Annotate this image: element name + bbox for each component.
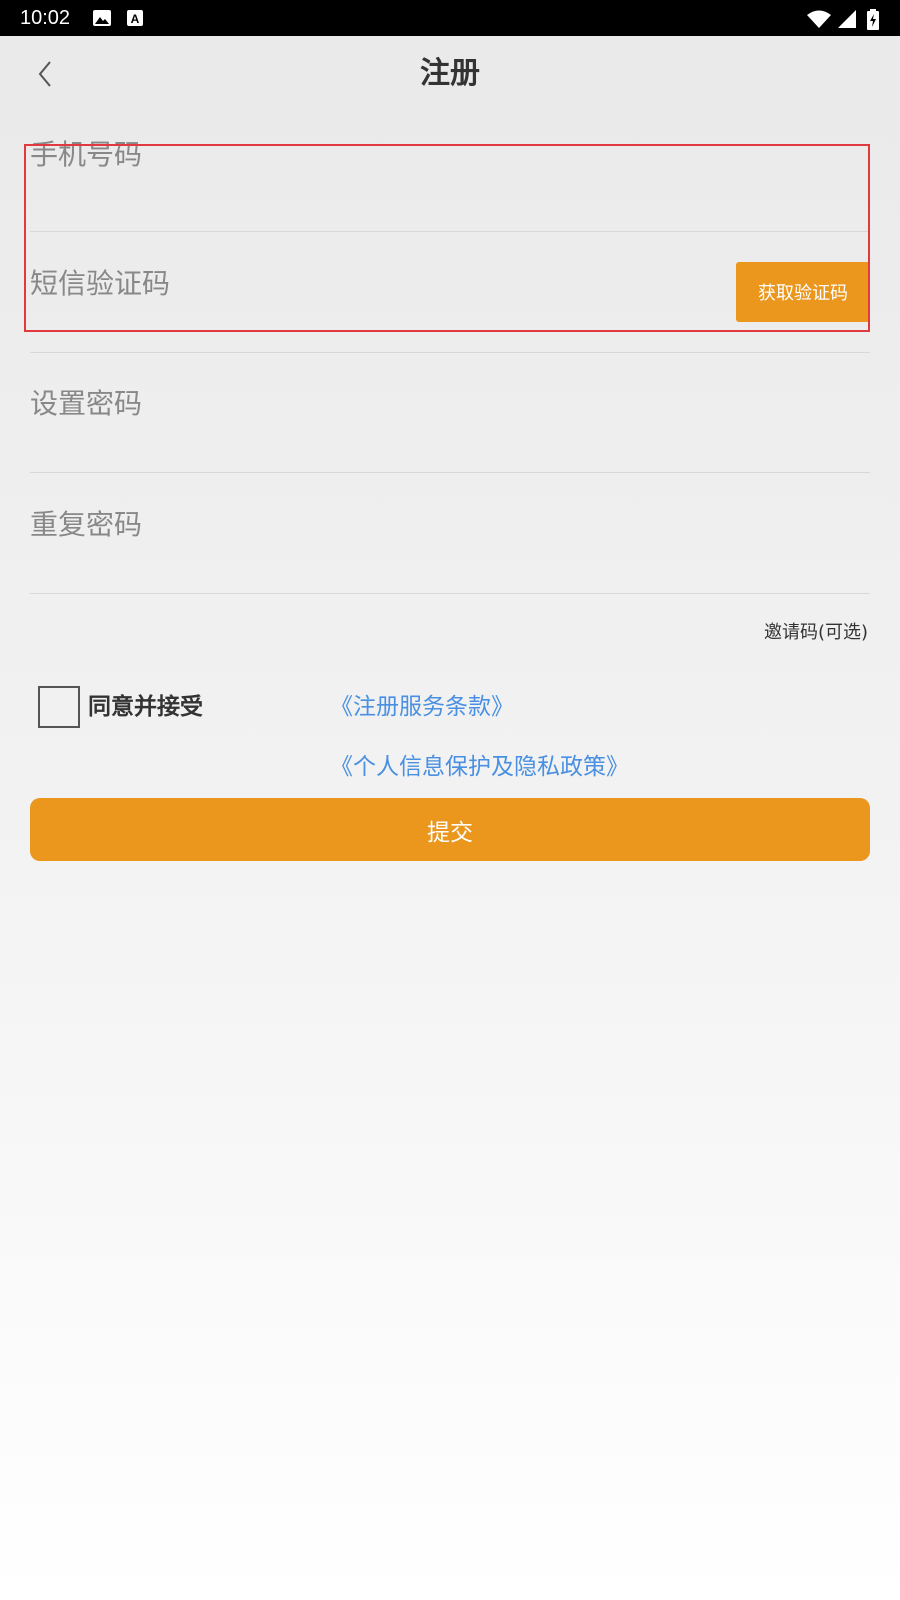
signal-icon — [836, 9, 858, 28]
sms-code-row: 获取验证码 — [30, 232, 870, 353]
phone-input[interactable] — [30, 112, 870, 231]
sms-code-input[interactable] — [30, 232, 710, 352]
submit-button[interactable]: 提交 — [30, 798, 870, 861]
agree-checkbox[interactable] — [38, 686, 80, 728]
header: 注册 — [0, 36, 900, 116]
privacy-policy-link[interactable]: 《个人信息保护及隐私政策》 — [330, 750, 629, 784]
keyboard-a-icon: A — [126, 9, 146, 27]
image-icon — [92, 9, 112, 27]
page-title: 注册 — [420, 56, 480, 91]
status-time: 10:02 — [20, 7, 71, 29]
wifi-icon — [806, 9, 832, 28]
status-bar: 10:02 A — [0, 0, 900, 36]
terms-link[interactable]: 《注册服务条款》 — [330, 690, 514, 724]
battery-charging-icon — [866, 9, 880, 30]
password-row — [30, 353, 870, 473]
invite-code-link[interactable]: 邀请码(可选) — [764, 620, 868, 646]
get-code-button[interactable]: 获取验证码 — [736, 262, 870, 322]
phone-row — [30, 112, 870, 232]
repeat-password-input[interactable] — [30, 473, 870, 593]
password-input[interactable] — [30, 353, 870, 472]
repeat-password-row — [30, 473, 870, 594]
agree-label: 同意并接受 — [88, 694, 203, 720]
svg-text:A: A — [131, 12, 140, 26]
